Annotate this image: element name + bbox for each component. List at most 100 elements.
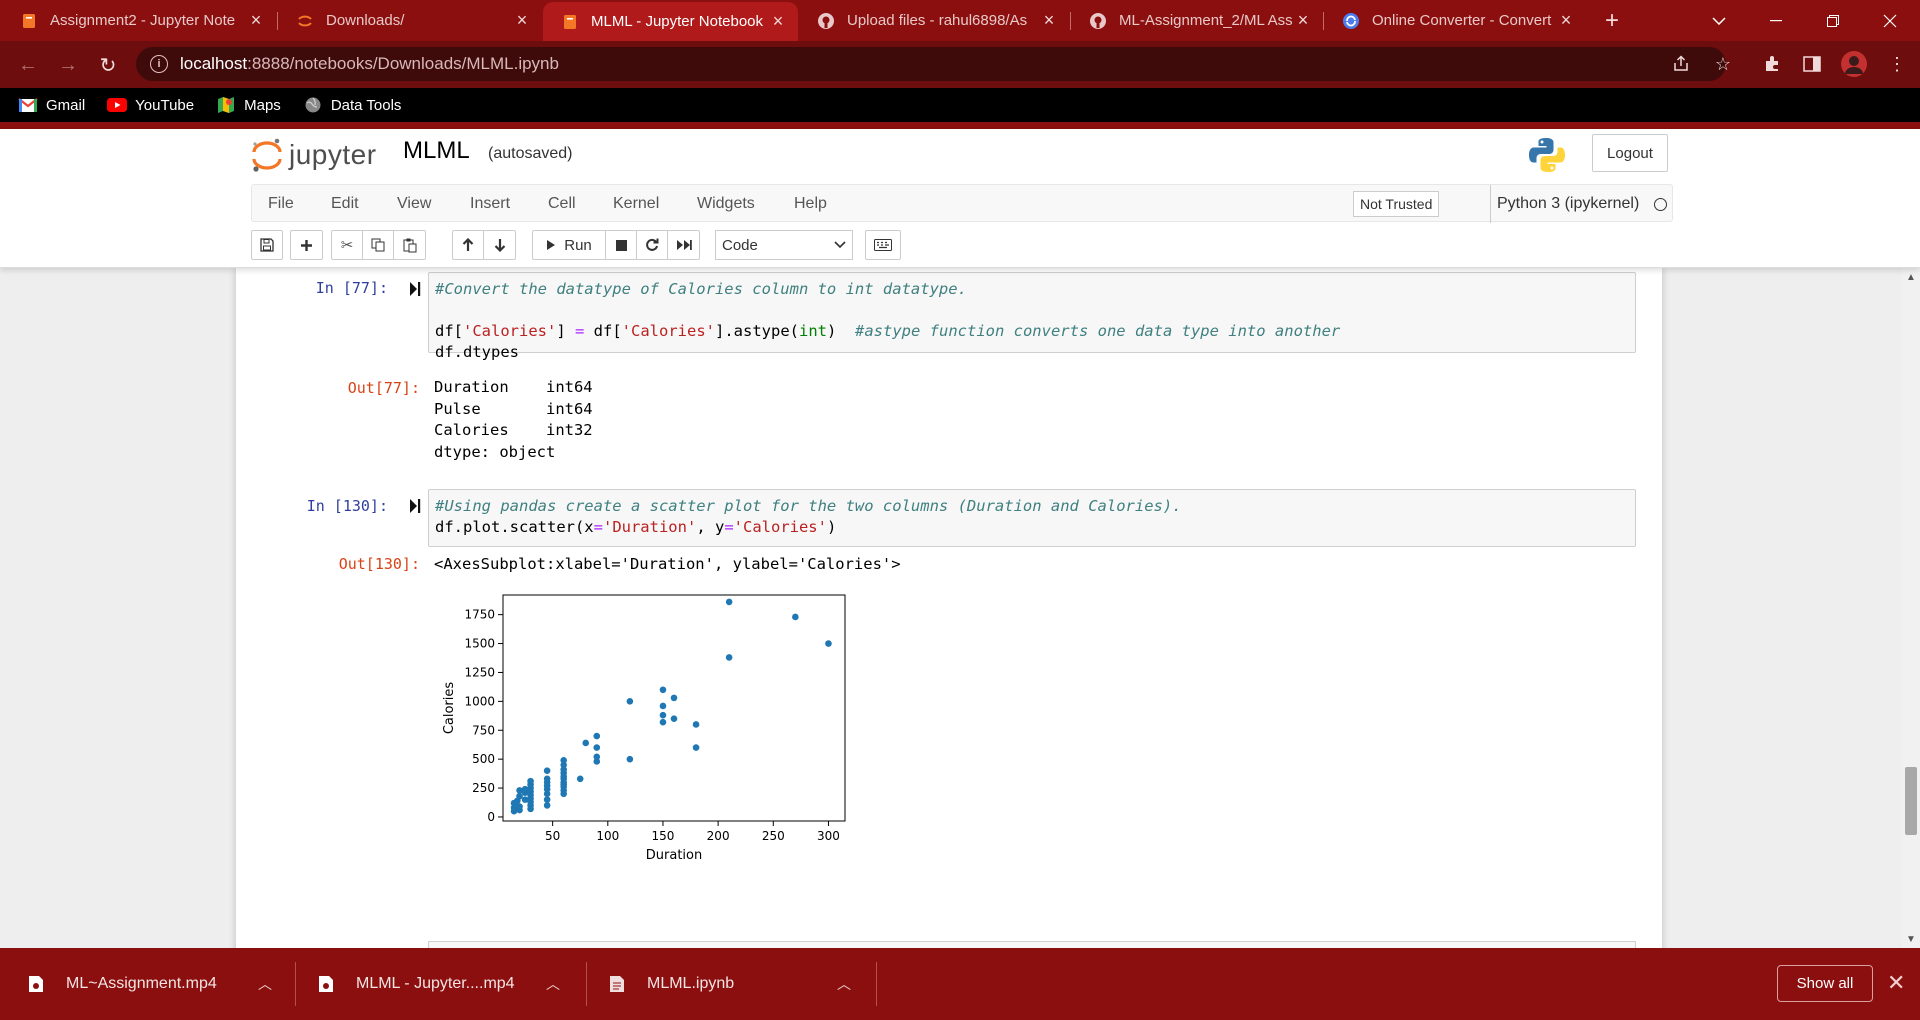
tab-downloads[interactable]: Downloads/ × <box>278 0 542 41</box>
restart-button[interactable] <box>636 230 668 260</box>
scatter-point <box>582 739 590 747</box>
chevron-up-icon[interactable]: ︿ <box>546 974 560 994</box>
scatter-point <box>516 792 523 800</box>
x-tick-label: 50 <box>545 829 560 843</box>
restart-run-all-button[interactable] <box>667 230 700 260</box>
tab-close-icon[interactable]: × <box>1039 10 1059 31</box>
tab-close-icon[interactable]: × <box>1556 10 1576 31</box>
code-cell-input[interactable]: #Using pandas create a scatter plot for … <box>428 489 1636 547</box>
converter-icon <box>1342 12 1360 30</box>
run-cell-icon[interactable] <box>409 281 421 297</box>
jupyter-book-icon <box>561 13 579 31</box>
logout-button[interactable]: Logout <box>1592 134 1668 172</box>
bookmark-maps[interactable]: Maps <box>216 97 281 114</box>
bookmark-gmail[interactable]: Gmail <box>18 97 85 114</box>
scatter-point <box>626 698 634 705</box>
bookmark-youtube[interactable]: YouTube <box>107 97 194 114</box>
y-tick-label: 1250 <box>464 665 495 679</box>
scissors-icon: ✂ <box>340 237 354 254</box>
extensions-icon[interactable] <box>1759 51 1785 77</box>
command-palette-button[interactable] <box>865 230 901 260</box>
next-code-cell[interactable] <box>428 941 1636 948</box>
output-prompt: Out[77]: <box>347 379 420 397</box>
url-input[interactable]: i localhost:8888/notebooks/Downloads/MLM… <box>136 47 1726 81</box>
x-axis-label: Duration <box>646 848 702 863</box>
menu-widgets[interactable]: Widgets <box>697 185 755 223</box>
url-host: localhost <box>180 54 248 73</box>
tab-close-icon[interactable]: × <box>246 10 266 31</box>
menu-edit[interactable]: Edit <box>331 185 359 223</box>
menu-view[interactable]: View <box>397 185 431 223</box>
profile-avatar[interactable] <box>1839 49 1869 79</box>
scroll-down-icon[interactable]: ▼ <box>1906 934 1916 945</box>
tab-upload-files[interactable]: Upload files - rahul6898/As × <box>799 0 1069 41</box>
tab-close-icon[interactable]: × <box>1293 10 1313 31</box>
notebook-name[interactable]: MLML <box>403 137 470 165</box>
menu-kernel[interactable]: Kernel <box>613 185 659 223</box>
scroll-up-icon[interactable]: ▲ <box>1906 272 1916 283</box>
move-down-button[interactable] <box>483 230 516 260</box>
reload-icon[interactable]: ↻ <box>92 49 124 81</box>
scatter-point <box>692 721 700 728</box>
stop-icon <box>615 239 627 251</box>
menu-cell[interactable]: Cell <box>548 185 576 223</box>
bookmarks-bar: Gmail YouTube Maps Data Tools <box>0 88 1920 122</box>
tab-ml-assignment[interactable]: ML-Assignment_2/ML Assi × <box>1071 0 1323 41</box>
page-scrollbar[interactable]: ▲ ▼ <box>1902 268 1920 948</box>
scatter-point <box>670 715 678 722</box>
run-button[interactable]: Run <box>532 230 606 260</box>
tab-close-icon[interactable]: × <box>768 11 788 32</box>
insert-cell-button[interactable] <box>290 230 323 260</box>
cell-type-select[interactable]: Code <box>715 230 853 260</box>
tab-online-converter[interactable]: Online Converter - Convert × <box>1324 0 1586 41</box>
bookmark-data-tools[interactable]: Data Tools <box>303 97 401 114</box>
tab-mlml-active[interactable]: MLML - Jupyter Notebook × <box>543 2 798 41</box>
share-icon[interactable] <box>1668 51 1694 77</box>
tab-close-icon[interactable]: × <box>512 10 532 31</box>
copy-button[interactable] <box>362 230 394 260</box>
more-menu-icon[interactable]: ⋮ <box>1884 51 1910 77</box>
download-item[interactable]: ML~Assignment.mp4 ︿ <box>28 948 278 1020</box>
code-cell-input[interactable]: #Convert the datatype of Calories column… <box>428 272 1636 361</box>
restore-button[interactable] <box>1804 0 1861 41</box>
forward-arrow-icon[interactable]: → <box>52 49 84 81</box>
cell-output-text: Duration int64 Pulse int64 Calories int3… <box>434 378 593 461</box>
close-window-button[interactable] <box>1861 0 1918 41</box>
not-trusted-badge[interactable]: Not Trusted <box>1353 191 1440 217</box>
bookmark-star-icon[interactable]: ☆ <box>1710 51 1736 77</box>
paste-button[interactable] <box>393 230 426 260</box>
interrupt-button[interactable] <box>605 230 637 260</box>
side-panel-icon[interactable] <box>1799 51 1825 77</box>
jupyter-logo[interactable]: jupyter <box>251 135 377 175</box>
run-cell-icon[interactable] <box>409 498 421 514</box>
arrow-up-icon <box>462 238 474 251</box>
python-logo-icon <box>1528 136 1566 174</box>
show-all-downloads-button[interactable]: Show all <box>1777 965 1873 1002</box>
chevron-up-icon[interactable]: ︿ <box>837 974 851 994</box>
restart-icon <box>646 238 659 251</box>
url-path: :8888/notebooks/Downloads/MLML.ipynb <box>247 54 559 73</box>
menu-file[interactable]: File <box>268 185 294 223</box>
minimize-button[interactable] <box>1747 0 1804 41</box>
scatter-point <box>576 775 584 783</box>
menu-insert[interactable]: Insert <box>470 185 510 223</box>
tab-search-chevron-icon[interactable] <box>1690 0 1747 41</box>
scatter-point <box>543 802 551 809</box>
tab-assignment2[interactable]: Assignment2 - Jupyter Note × <box>2 0 276 41</box>
move-up-button[interactable] <box>452 230 484 260</box>
site-info-icon[interactable]: i <box>150 55 168 73</box>
cut-button[interactable]: ✂ <box>331 230 363 260</box>
menu-help[interactable]: Help <box>794 185 827 223</box>
scrollbar-thumb[interactable] <box>1905 767 1917 835</box>
download-item[interactable]: MLML - Jupyter....mp4 ︿ <box>318 948 568 1020</box>
notebook-scroll-area: In [77]: #Convert the datatype of Calori… <box>0 268 1902 948</box>
close-downloads-icon[interactable]: ✕ <box>1887 970 1905 996</box>
y-tick-label: 1750 <box>464 608 495 622</box>
back-arrow-icon[interactable]: ← <box>12 49 44 81</box>
kernel-name[interactable]: Python 3 (ipykernel) <box>1490 185 1639 223</box>
download-item[interactable]: MLML.ipynb ︿ <box>609 948 869 1020</box>
chevron-up-icon[interactable]: ︿ <box>258 974 272 994</box>
save-button[interactable] <box>251 230 283 260</box>
new-tab-button[interactable]: + <box>1598 0 1626 41</box>
address-bar-row: ← → ↻ i localhost:8888/notebooks/Downloa… <box>0 41 1920 88</box>
